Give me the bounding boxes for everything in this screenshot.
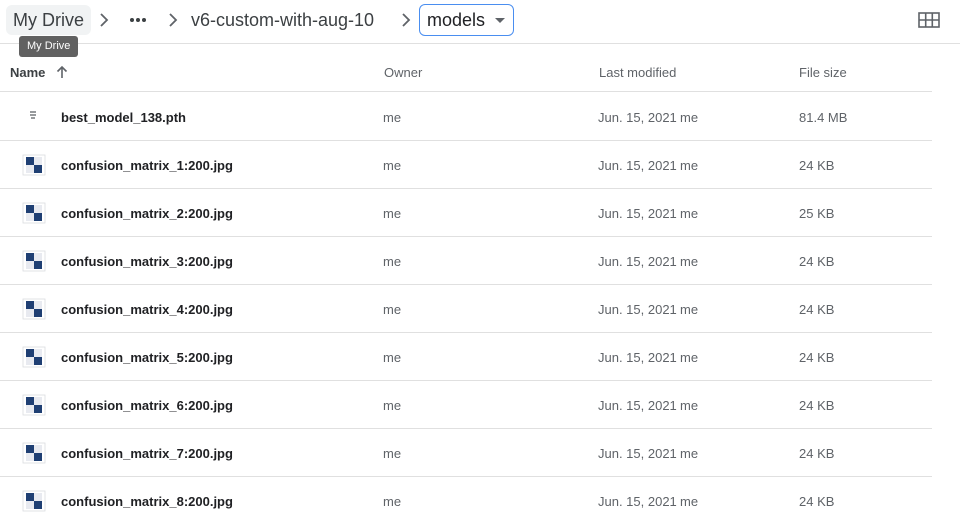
file-size: 24 KB — [799, 302, 835, 317]
file-row[interactable]: confusion_matrix_7:200.jpg me Jun. 15, 2… — [0, 429, 932, 477]
image-thumbnail-icon — [22, 489, 46, 513]
file-size: 24 KB — [799, 254, 835, 269]
file-modified-by: me — [680, 254, 699, 269]
file-modified-by: me — [680, 206, 699, 221]
chevron-right-icon — [167, 12, 179, 28]
file-modified-date: Jun. 15, 2021 — [598, 302, 677, 317]
breadcrumb-my-drive[interactable]: My Drive — [6, 5, 91, 35]
file-size: 25 KB — [799, 206, 835, 221]
file-modified-by: me — [680, 110, 699, 125]
more-horiz-icon[interactable] — [126, 8, 150, 32]
file-owner: me — [383, 494, 402, 509]
column-name-header[interactable]: Name — [10, 65, 45, 80]
image-thumbnail-icon — [22, 345, 46, 369]
file-name: confusion_matrix_2:200.jpg — [61, 206, 233, 221]
file-modified-by: me — [680, 158, 699, 173]
chevron-right-icon — [98, 12, 110, 28]
file-owner: me — [383, 254, 402, 269]
file-modified-by: me — [680, 302, 699, 317]
file-size: 24 KB — [799, 398, 835, 413]
image-thumbnail-icon — [22, 393, 46, 417]
file-row[interactable]: confusion_matrix_1:200.jpg me Jun. 15, 2… — [0, 141, 932, 189]
breadcrumb-current-folder[interactable]: models — [419, 4, 515, 36]
file-modified-date: Jun. 15, 2021 — [598, 398, 677, 413]
generic-file-icon — [22, 105, 46, 129]
file-modified-by: me — [680, 494, 699, 509]
file-list: best_model_138.pth me Jun. 15, 2021 me 8… — [0, 93, 932, 524]
file-modified-date: Jun. 15, 2021 — [598, 158, 677, 173]
breadcrumb-bar: My Drive v6-custom-with-aug-10 models — [0, 0, 960, 44]
file-row[interactable]: confusion_matrix_6:200.jpg me Jun. 15, 2… — [0, 381, 932, 429]
file-modified-by: me — [680, 398, 699, 413]
image-thumbnail-icon — [22, 153, 46, 177]
file-size: 81.4 MB — [799, 110, 848, 125]
breadcrumb-parent-folder[interactable]: v6-custom-with-aug-10 — [191, 5, 374, 35]
column-header: Name Owner Last modified File size — [0, 52, 932, 92]
file-owner: me — [383, 446, 402, 461]
file-modified-date: Jun. 15, 2021 — [598, 494, 677, 509]
file-size: 24 KB — [799, 494, 835, 509]
file-row[interactable]: confusion_matrix_4:200.jpg me Jun. 15, 2… — [0, 285, 932, 333]
file-modified-date: Jun. 15, 2021 — [598, 254, 677, 269]
image-thumbnail-icon — [22, 201, 46, 225]
arrow-up-icon[interactable] — [55, 65, 69, 79]
file-name: confusion_matrix_3:200.jpg — [61, 254, 233, 269]
file-size: 24 KB — [799, 158, 835, 173]
file-name: confusion_matrix_6:200.jpg — [61, 398, 233, 413]
file-owner: me — [383, 158, 402, 173]
file-modified-by: me — [680, 446, 699, 461]
caret-down-icon — [495, 17, 506, 23]
file-name: best_model_138.pth — [61, 110, 186, 125]
file-row[interactable]: best_model_138.pth me Jun. 15, 2021 me 8… — [0, 93, 932, 141]
column-last-modified-header[interactable]: Last modified — [599, 65, 676, 80]
column-owner-header[interactable]: Owner — [384, 65, 422, 80]
file-row[interactable]: confusion_matrix_5:200.jpg me Jun. 15, 2… — [0, 333, 932, 381]
file-modified-by: me — [680, 350, 699, 365]
file-owner: me — [383, 110, 402, 125]
file-size: 24 KB — [799, 446, 835, 461]
file-owner: me — [383, 350, 402, 365]
file-name: confusion_matrix_7:200.jpg — [61, 446, 233, 461]
file-size: 24 KB — [799, 350, 835, 365]
image-thumbnail-icon — [22, 249, 46, 273]
file-modified-date: Jun. 15, 2021 — [598, 110, 677, 125]
file-row[interactable]: confusion_matrix_2:200.jpg me Jun. 15, 2… — [0, 189, 932, 237]
file-owner: me — [383, 206, 402, 221]
column-file-size-header[interactable]: File size — [799, 65, 847, 80]
file-modified-date: Jun. 15, 2021 — [598, 206, 677, 221]
file-name: confusion_matrix_8:200.jpg — [61, 494, 233, 509]
file-name: confusion_matrix_4:200.jpg — [61, 302, 233, 317]
file-row[interactable]: confusion_matrix_3:200.jpg me Jun. 15, 2… — [0, 237, 932, 285]
image-thumbnail-icon — [22, 297, 46, 321]
file-modified-date: Jun. 15, 2021 — [598, 446, 677, 461]
file-row[interactable]: confusion_matrix_8:200.jpg me Jun. 15, 2… — [0, 477, 932, 524]
chevron-right-icon — [400, 12, 412, 28]
file-name: confusion_matrix_5:200.jpg — [61, 350, 233, 365]
file-name: confusion_matrix_1:200.jpg — [61, 158, 233, 173]
image-thumbnail-icon — [22, 441, 46, 465]
file-owner: me — [383, 302, 402, 317]
file-modified-date: Jun. 15, 2021 — [598, 350, 677, 365]
grid-view-icon[interactable] — [916, 9, 942, 31]
file-owner: me — [383, 398, 402, 413]
current-folder-label: models — [427, 10, 486, 30]
